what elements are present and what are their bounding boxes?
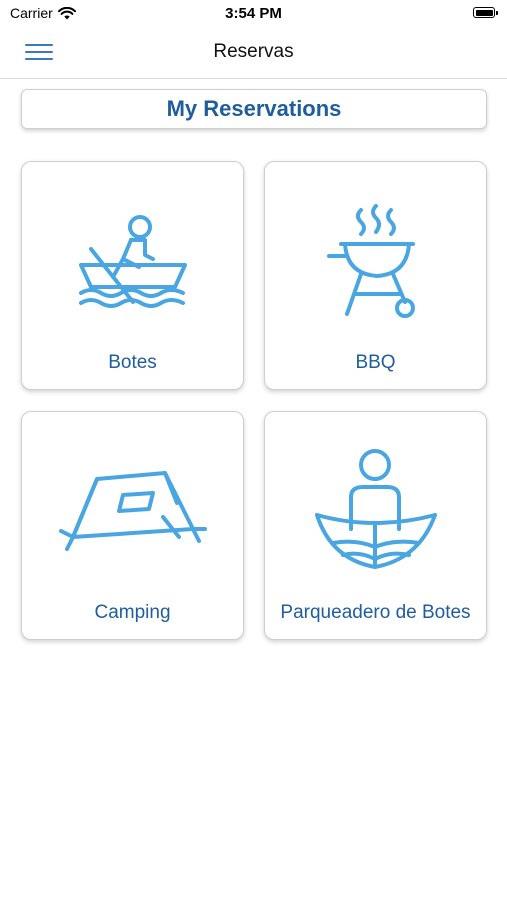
- grill-icon: [326, 204, 415, 318]
- tile-label-botes: Botes: [108, 352, 157, 373]
- navigation-bar: Reservas: [0, 28, 507, 79]
- tent-icon: [58, 471, 207, 551]
- tile-camping[interactable]: Camping: [21, 411, 244, 640]
- page-title: Reservas: [213, 41, 294, 62]
- tile-bbq[interactable]: BBQ: [264, 161, 487, 390]
- boat-parking-icon: [314, 449, 437, 569]
- tile-parqueadero-de-botes[interactable]: Parqueadero de Botes: [264, 411, 487, 640]
- status-bar: Carrier 3:54 PM: [0, 0, 507, 28]
- battery-icon: [473, 7, 498, 18]
- tile-label-camping: Camping: [94, 602, 171, 623]
- tile-botes[interactable]: Botes: [21, 161, 244, 390]
- tile-label-bbq: BBQ: [355, 352, 396, 373]
- tile-label-parqueadero-de-botes: Parqueadero de Botes: [280, 602, 471, 623]
- rowboat-icon: [78, 215, 187, 308]
- status-time: 3:54 PM: [225, 5, 282, 22]
- my-reservations-button[interactable]: My Reservations: [21, 89, 487, 129]
